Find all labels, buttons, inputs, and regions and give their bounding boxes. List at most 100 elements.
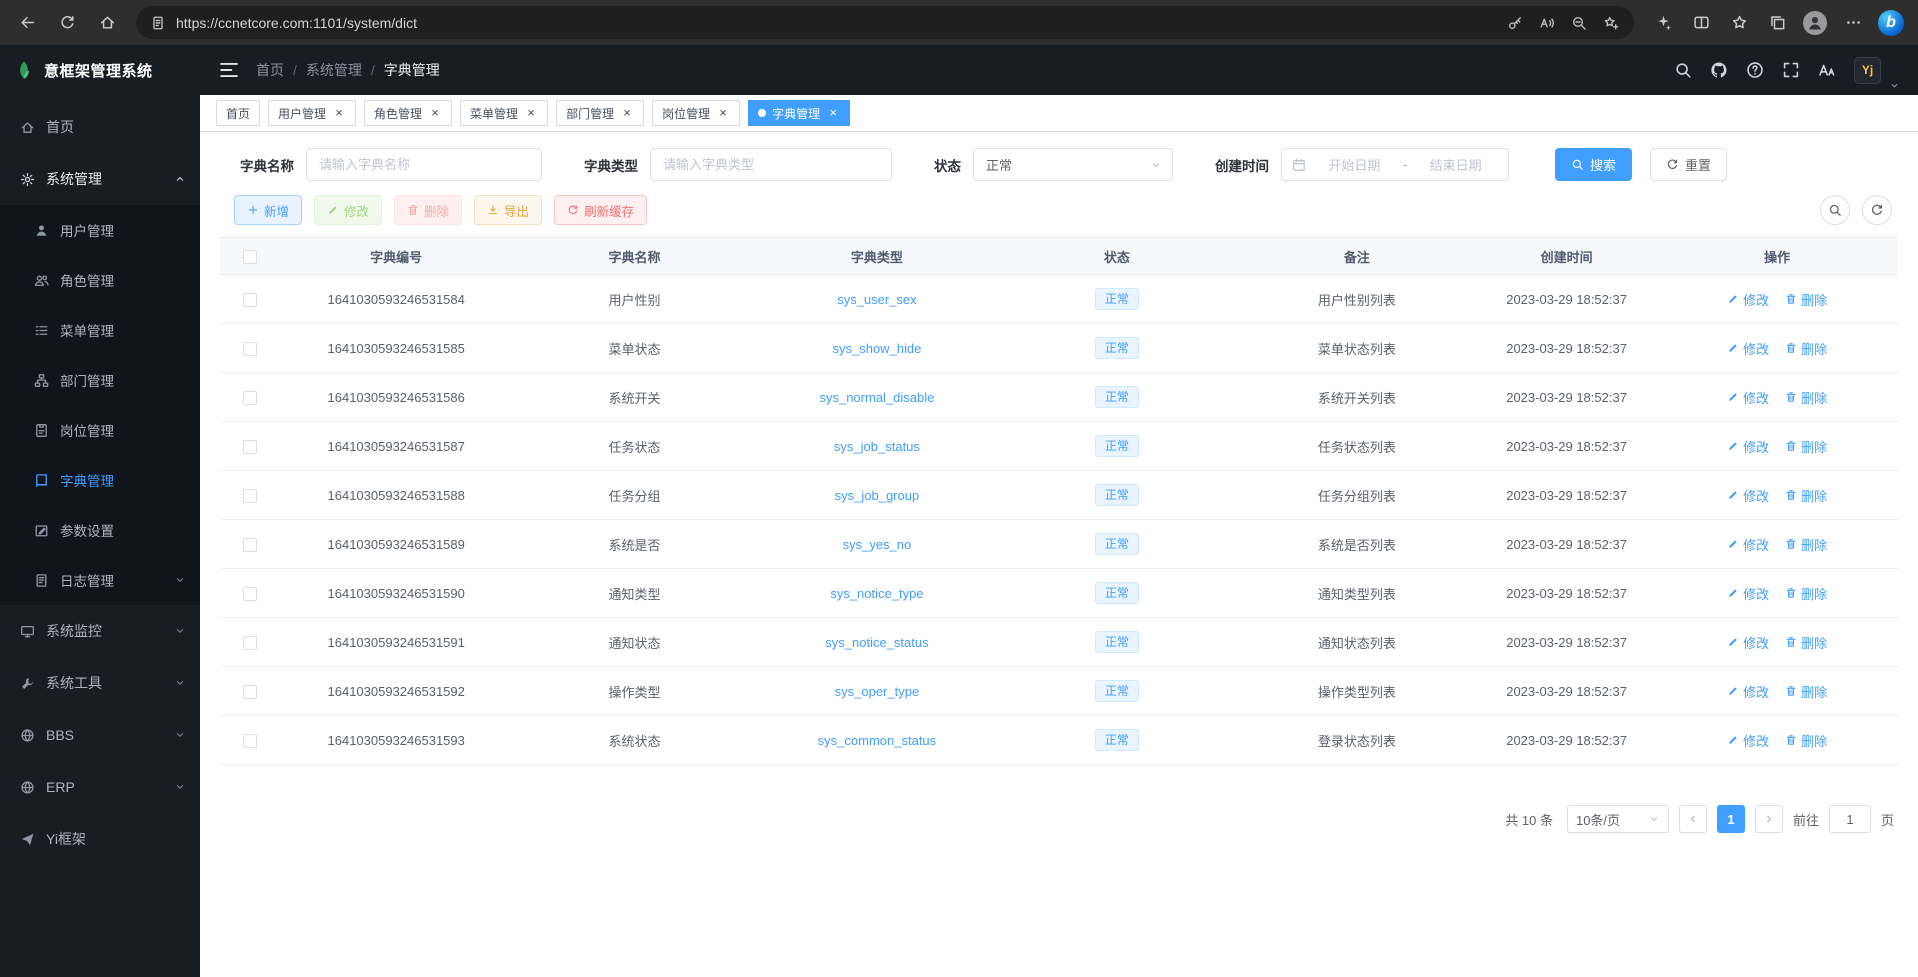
sidebar-item-dict[interactable]: 字典管理 (0, 455, 200, 505)
refresh-cache-button[interactable]: 刷新缓存 (554, 195, 647, 225)
row-checkbox[interactable] (243, 440, 257, 454)
collections-button[interactable] (1760, 7, 1794, 39)
favorites-button[interactable] (1722, 7, 1756, 39)
delete-action[interactable]: 删除 (1785, 437, 1827, 456)
breadcrumb-item[interactable]: 系统管理 (306, 60, 362, 80)
edit-action[interactable]: 修改 (1727, 731, 1769, 750)
browser-home-button[interactable] (90, 7, 124, 39)
dict-type-link[interactable]: sys_job_group (835, 488, 920, 503)
delete-action[interactable]: 删除 (1785, 290, 1827, 309)
delete-action[interactable]: 删除 (1785, 633, 1827, 652)
close-icon[interactable]: × (332, 106, 346, 120)
edit-action[interactable]: 修改 (1727, 584, 1769, 603)
address-bar[interactable]: https://ccnetcore.com:1101/system/dict (136, 6, 1634, 39)
tab-menu[interactable]: 菜单管理× (460, 100, 548, 126)
row-checkbox[interactable] (243, 342, 257, 356)
fullscreen-button[interactable] (1780, 59, 1802, 81)
sidebar-item-dept[interactable]: 部门管理 (0, 355, 200, 405)
browser-back-button[interactable] (10, 7, 44, 39)
reset-button[interactable]: 重置 (1650, 148, 1727, 181)
edit-button[interactable]: 修改 (314, 195, 382, 225)
add-button[interactable]: 新增 (234, 195, 302, 225)
close-icon[interactable]: × (428, 106, 442, 120)
copilot-button[interactable] (1646, 7, 1680, 39)
github-button[interactable] (1708, 59, 1730, 81)
bing-button[interactable]: b (1874, 7, 1908, 39)
goto-page-input[interactable] (1829, 805, 1871, 833)
key-button[interactable] (1500, 9, 1530, 37)
sidebar-item-home[interactable]: 首页 (0, 101, 200, 153)
search-button[interactable]: 搜索 (1555, 148, 1632, 181)
sidebar-item-system[interactable]: 系统管理 (0, 153, 200, 205)
url-text[interactable]: https://ccnetcore.com:1101/system/dict (176, 15, 1500, 31)
sidebar-item-config[interactable]: 参数设置 (0, 505, 200, 555)
date-range-picker[interactable]: 开始日期 - 结束日期 (1281, 148, 1509, 181)
page-size-select[interactable]: 10条/页 (1567, 805, 1669, 833)
export-button[interactable]: 导出 (474, 195, 542, 225)
question-button[interactable] (1744, 59, 1766, 81)
browser-refresh-button[interactable] (50, 7, 84, 39)
delete-action[interactable]: 删除 (1785, 339, 1827, 358)
delete-action[interactable]: 删除 (1785, 682, 1827, 701)
dict-type-link[interactable]: sys_show_hide (832, 341, 921, 356)
search-button[interactable] (1672, 59, 1694, 81)
dict-type-link[interactable]: sys_yes_no (843, 537, 912, 552)
edit-action[interactable]: 修改 (1727, 437, 1769, 456)
font-size-button[interactable] (1816, 59, 1838, 81)
tab-dict[interactable]: 字典管理× (748, 100, 850, 126)
user-menu-caret-icon[interactable] (1889, 80, 1900, 91)
tab-post[interactable]: 岗位管理× (652, 100, 740, 126)
delete-action[interactable]: 删除 (1785, 731, 1827, 750)
row-checkbox[interactable] (243, 734, 257, 748)
toggle-search-button[interactable] (1820, 195, 1850, 225)
profile-button[interactable] (1798, 7, 1832, 39)
row-checkbox[interactable] (243, 391, 257, 405)
close-icon[interactable]: × (716, 106, 730, 120)
row-checkbox[interactable] (243, 685, 257, 699)
read-aloud-button[interactable] (1532, 9, 1562, 37)
dict-type-link[interactable]: sys_oper_type (835, 684, 920, 699)
sidebar-item-role[interactable]: 角色管理 (0, 255, 200, 305)
favorite-add-button[interactable] (1596, 9, 1626, 37)
next-page-button[interactable] (1755, 805, 1783, 833)
tab-home[interactable]: 首页 (216, 100, 260, 126)
dict-type-link[interactable]: sys_notice_status (825, 635, 928, 650)
sidebar-item-post[interactable]: 岗位管理 (0, 405, 200, 455)
edit-action[interactable]: 修改 (1727, 339, 1769, 358)
dict-type-link[interactable]: sys_normal_disable (819, 390, 934, 405)
hamburger-icon[interactable] (218, 59, 240, 81)
tab-dept[interactable]: 部门管理× (556, 100, 644, 126)
close-icon[interactable]: × (620, 106, 634, 120)
delete-action[interactable]: 删除 (1785, 535, 1827, 554)
sidebar-item-menu[interactable]: 菜单管理 (0, 305, 200, 355)
sidebar-item-log[interactable]: 日志管理 (0, 555, 200, 605)
edit-action[interactable]: 修改 (1727, 486, 1769, 505)
dict-type-link[interactable]: sys_user_sex (837, 292, 916, 307)
delete-action[interactable]: 删除 (1785, 486, 1827, 505)
dict-type-link[interactable]: sys_notice_type (830, 586, 923, 601)
split-screen-button[interactable] (1684, 7, 1718, 39)
prev-page-button[interactable] (1679, 805, 1707, 833)
more-button[interactable] (1836, 7, 1870, 39)
dict-name-input[interactable] (306, 148, 542, 181)
breadcrumb-item[interactable]: 首页 (256, 60, 284, 80)
select-all-checkbox[interactable] (243, 250, 257, 264)
page-info-area[interactable] (150, 15, 166, 31)
user-logo[interactable]: Yj (1854, 57, 1881, 84)
row-checkbox[interactable] (243, 587, 257, 601)
dict-type-input[interactable] (650, 148, 892, 181)
status-select[interactable]: 正常 (973, 148, 1173, 181)
page-1-button[interactable]: 1 (1717, 805, 1745, 833)
row-checkbox[interactable] (243, 293, 257, 307)
zoom-out-button[interactable] (1564, 9, 1594, 37)
sidebar-item-monitor[interactable]: 系统监控 (0, 605, 200, 657)
close-icon[interactable]: × (524, 106, 538, 120)
tab-role[interactable]: 角色管理× (364, 100, 452, 126)
tab-user[interactable]: 用户管理× (268, 100, 356, 126)
edit-action[interactable]: 修改 (1727, 535, 1769, 554)
sidebar-item-user[interactable]: 用户管理 (0, 205, 200, 255)
edit-action[interactable]: 修改 (1727, 290, 1769, 309)
sidebar-item-bbs[interactable]: BBS (0, 709, 200, 761)
row-checkbox[interactable] (243, 538, 257, 552)
edit-action[interactable]: 修改 (1727, 388, 1769, 407)
